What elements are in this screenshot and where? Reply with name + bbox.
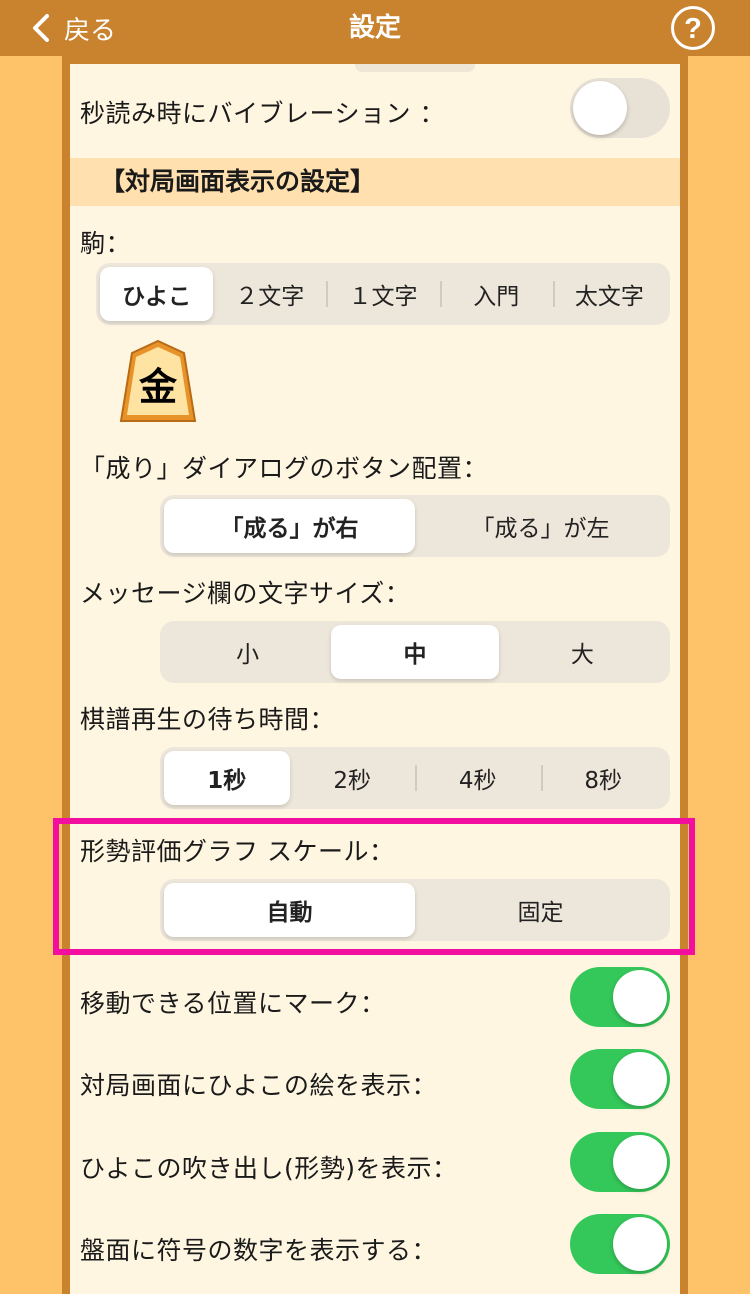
wait-2s-option[interactable]: 2秒 <box>290 751 416 805</box>
move-mark-label: 移動できる位置にマーク： <box>80 989 386 1018</box>
board-coordinates-label: 盤面に符号の数字を表示する： <box>80 1236 438 1265</box>
message-size-selector: 小 中 大 <box>160 621 670 683</box>
toggle-knob <box>573 81 627 135</box>
promote-right-option[interactable]: 「成る」が右 <box>164 499 415 553</box>
piece-option-2moji[interactable]: ２文字 <box>213 267 326 321</box>
piece-label: 駒： <box>80 229 132 258</box>
piece-preview-image: 金 <box>119 339 197 422</box>
move-mark-toggle[interactable] <box>570 967 670 1027</box>
settings-panel: 秒読み時にバイブレーション ： 【対局画面表示の設定】 駒： ひよこ ２文字 １… <box>62 56 688 1294</box>
replay-wait-selector: 1秒 2秒 4秒 8秒 <box>160 747 670 809</box>
toggle-knob <box>613 1217 667 1271</box>
vibration-label: 秒読み時にバイブレーション ： <box>80 99 445 128</box>
piece-option-hiyoko[interactable]: ひよこ <box>100 267 214 321</box>
piece-option-nyumon[interactable]: 入門 <box>439 267 553 321</box>
speech-bubble-toggle[interactable] <box>570 1132 670 1192</box>
size-medium-option[interactable]: 中 <box>331 625 499 679</box>
hiyoko-image-label: 対局画面にひよこの絵を表示： <box>80 1071 438 1100</box>
piece-option-1moji[interactable]: １文字 <box>326 267 439 321</box>
wait-4s-option[interactable]: 4秒 <box>415 751 541 805</box>
svg-text:?: ? <box>684 13 702 45</box>
piece-option-futomoji[interactable]: 太文字 <box>552 267 666 321</box>
settings-list: 秒読み時にバイブレーション ： 【対局画面表示の設定】 駒： ひよこ ２文字 １… <box>70 64 680 1294</box>
board-coordinates-toggle[interactable] <box>570 1214 670 1274</box>
message-size-label: メッセージ欄の文字サイズ： <box>80 579 411 608</box>
toggle-knob <box>613 1135 667 1189</box>
toggle-knob <box>613 970 667 1024</box>
section-title: 【対局画面表示の設定】 <box>100 167 376 196</box>
toggle-knob <box>613 1052 667 1106</box>
section-header: 【対局画面表示の設定】 <box>70 158 680 206</box>
help-icon[interactable]: ? <box>670 5 716 51</box>
wait-1s-option[interactable]: 1秒 <box>164 751 290 805</box>
vibration-toggle[interactable] <box>570 78 670 138</box>
replay-wait-label: 棋譜再生の待ち時間： <box>80 705 336 734</box>
svg-text:金: 金 <box>138 365 178 409</box>
partial-control <box>355 64 475 72</box>
piece-style-selector: ひよこ ２文字 １文字 入門 太文字 <box>96 263 670 325</box>
speech-bubble-label: ひよこの吹き出し(形勢)を表示： <box>80 1154 458 1183</box>
wait-8s-option[interactable]: 8秒 <box>540 751 667 805</box>
promotion-button-selector: 「成る」が右 「成る」が左 <box>160 495 670 557</box>
highlight-box <box>53 818 695 955</box>
size-large-option[interactable]: 大 <box>499 625 666 679</box>
size-small-option[interactable]: 小 <box>164 625 331 679</box>
hiyoko-image-toggle[interactable] <box>570 1049 670 1109</box>
promote-left-option[interactable]: 「成る」が左 <box>415 499 666 553</box>
page-title: 設定 <box>348 13 401 43</box>
navigation-bar: 戻る 設定 ? <box>0 0 750 56</box>
promotion-dialog-label: 「成り」ダイアログのボタン配置： <box>80 454 489 483</box>
